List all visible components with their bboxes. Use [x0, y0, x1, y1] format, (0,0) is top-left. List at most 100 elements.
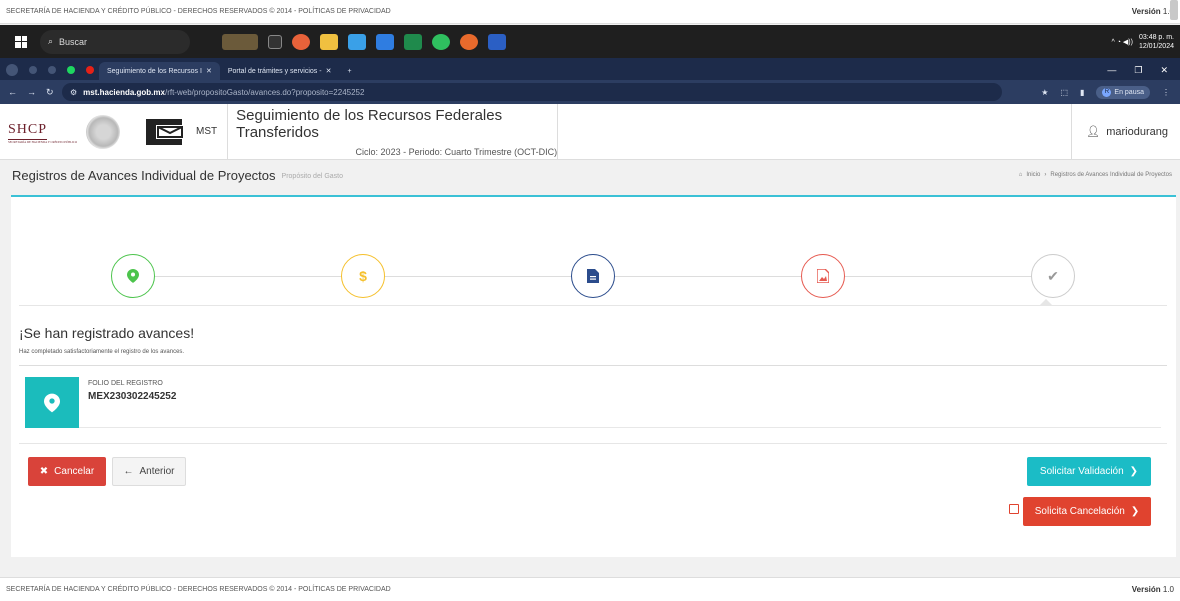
tab-label: Portal de trámites y servicios -: [227, 67, 322, 75]
browser-actions: ★ ⬚ ▮ R En pausa ⋮: [1041, 85, 1180, 99]
app-title: Seguimiento de los Recursos Federales Tr…: [236, 106, 503, 141]
profile-avatar: R: [1102, 87, 1112, 97]
page-subtitle: Propósito del Gasto: [281, 173, 344, 180]
previous-button[interactable]: ← Anterior: [112, 457, 186, 486]
screenshot-capture-icon[interactable]: [1009, 504, 1019, 514]
profile-status: En pausa: [1114, 88, 1144, 96]
extensions-icon[interactable]: ⬚: [1060, 88, 1068, 97]
step-document[interactable]: [571, 254, 615, 298]
search-icon: ⌕: [48, 36, 54, 46]
close-icon[interactable]: ✕: [206, 67, 212, 75]
request-cancellation-button[interactable]: Solicita Cancelación ❯: [1023, 497, 1151, 526]
browser-toolbar: ← → ↻ ⚙ mst.hacienda.gob.mx/rft-web/prop…: [0, 80, 1180, 104]
pinned-tab-icon[interactable]: [29, 66, 37, 74]
wizard-steps: $ ✔: [111, 254, 1075, 298]
reload-icon[interactable]: ↻: [46, 87, 54, 98]
back-arrow-icon[interactable]: ←: [8, 87, 17, 98]
sidepanel-icon[interactable]: ▮: [1080, 88, 1084, 97]
pinned-tab-icon[interactable]: [48, 66, 56, 74]
file-explorer-icon[interactable]: [320, 33, 338, 50]
shcp-brand-sub: SECRETARÍA DE HACIENDA Y CRÉDITO PÚBLICO: [8, 139, 78, 144]
main-panel: $ ✔ ¡Se han registrado avances! Haz comp…: [11, 195, 1176, 557]
home-icon: ⌂: [1018, 172, 1023, 178]
cycle-period: Ciclo: 2023 - Periodo: Cuarto Trimestre …: [355, 146, 558, 157]
close-window-icon[interactable]: ✕: [1160, 65, 1168, 76]
whatsapp-icon[interactable]: [432, 33, 450, 50]
version-label: Versión 1.0: [1131, 585, 1174, 594]
os-taskbar: ⌕ Buscar ^ ◔ ◀)) 03:48 p. m. 12/01/2024: [0, 25, 1180, 58]
mst-envelope-icon: [146, 118, 183, 145]
footer-text: SECRETARÍA DE HACIENDA Y CRÉDITO PÚBLICO…: [6, 586, 391, 593]
browser-tab-strip: Seguimiento de los Recursos I ✕ Portal d…: [0, 58, 1180, 80]
divider: [19, 305, 1167, 306]
chevron-right-icon: ❯: [1129, 466, 1139, 477]
tab-search-icon[interactable]: [6, 64, 18, 76]
system-tray: ^ ◔ ◀)) 03:48 p. m. 12/01/2024: [1112, 33, 1180, 51]
folio-value: MEX230302245252: [88, 391, 177, 402]
scrollbar-thumb[interactable]: [1170, 0, 1178, 20]
windows-start-button[interactable]: [8, 29, 34, 55]
user-menu[interactable]: 👤︎ mariodurang: [1071, 103, 1180, 160]
national-seal-logo: [86, 114, 120, 149]
image-icon: [817, 269, 829, 283]
taskbar-apps: [222, 33, 506, 50]
success-heading: ¡Se han registrado avances!: [19, 325, 195, 341]
cancel-label: Cancelar: [54, 466, 95, 477]
request-cancellation-label: Solicita Cancelación: [1034, 506, 1125, 517]
breadcrumb-current: Registros de Avances Individual de Proye…: [1050, 172, 1172, 178]
divider: [19, 365, 1167, 366]
tab-seguimiento[interactable]: Seguimiento de los Recursos I ✕: [99, 62, 220, 80]
spotify-tab-icon[interactable]: [67, 66, 75, 74]
dollar-icon: $: [359, 268, 367, 284]
restore-icon[interactable]: ❐: [1134, 65, 1142, 76]
tab-label: Seguimiento de los Recursos I: [107, 67, 202, 75]
breadcrumb-home[interactable]: Inicio: [1026, 172, 1040, 178]
folio-card: FOLIO DEL REGISTRO MEX230302245252: [25, 377, 1161, 428]
store-icon[interactable]: [348, 33, 366, 50]
menu-kebab-icon[interactable]: ⋮: [1162, 88, 1170, 97]
clock-time: 03:48 p. m.: [1138, 33, 1174, 41]
step-complete[interactable]: ✔: [1031, 254, 1075, 298]
breadcrumb-separator: ›: [1044, 172, 1047, 178]
clock[interactable]: 03:48 p. m. 12/01/2024: [1139, 33, 1174, 51]
task-view-icon[interactable]: [268, 34, 282, 49]
firefox-icon[interactable]: [460, 33, 478, 50]
nav-buttons: ← → ↻: [0, 87, 62, 98]
step-location[interactable]: [111, 254, 155, 298]
request-validation-button[interactable]: Solicitar Validación ❯: [1027, 457, 1151, 486]
taskbar-search-placeholder: Buscar: [59, 36, 88, 47]
address-bar[interactable]: ⚙ mst.hacienda.gob.mx/rft-web/propositoG…: [62, 83, 1002, 101]
cancel-button[interactable]: ✖ Cancelar: [28, 457, 106, 486]
tray-icons[interactable]: ^ ◔ ◀)): [1112, 38, 1133, 46]
arrow-left-icon: ←: [123, 466, 134, 477]
youtube-tab-icon[interactable]: [86, 66, 94, 74]
word-icon[interactable]: [488, 33, 506, 50]
profile-button[interactable]: R En pausa: [1096, 85, 1150, 99]
top-footer-bar: SECRETARÍA DE HACIENDA Y CRÉDITO PÚBLICO…: [0, 0, 1180, 24]
chevron-right-icon: ❯: [1130, 506, 1140, 517]
weather-widget-icon[interactable]: [222, 33, 258, 50]
mst-logo[interactable]: MST: [142, 103, 229, 160]
tab-portal[interactable]: Portal de trámites y servicios - ✕: [220, 62, 340, 80]
chrome-icon[interactable]: [292, 33, 310, 50]
check-icon: ✔: [1047, 267, 1059, 284]
map-marker-icon: [44, 393, 60, 412]
step-budget[interactable]: $: [341, 254, 385, 298]
clock-date: 12/01/2024: [1138, 42, 1174, 50]
taskbar-search[interactable]: ⌕ Buscar: [40, 29, 190, 54]
mst-label: MST: [196, 126, 218, 137]
site-info-icon[interactable]: ⚙: [70, 88, 77, 97]
outlook-icon[interactable]: [376, 33, 394, 50]
excel-icon[interactable]: [404, 33, 422, 50]
page-title: Registros de Avances Individual de Proye…: [12, 167, 276, 183]
minimize-icon[interactable]: —: [1107, 65, 1116, 76]
windows-icon: [15, 35, 27, 48]
previous-label: Anterior: [139, 466, 175, 477]
shcp-logo[interactable]: SHCP SECRETARÍA DE HACIENDA Y CRÉDITO PÚ…: [0, 120, 80, 144]
step-image[interactable]: [801, 254, 845, 298]
page-footer: SECRETARÍA DE HACIENDA Y CRÉDITO PÚBLICO…: [0, 577, 1180, 601]
bookmark-star-icon[interactable]: ★: [1041, 88, 1048, 97]
new-tab-button[interactable]: +: [339, 62, 359, 80]
forward-arrow-icon[interactable]: →: [27, 87, 36, 98]
close-icon[interactable]: ✕: [326, 67, 332, 75]
